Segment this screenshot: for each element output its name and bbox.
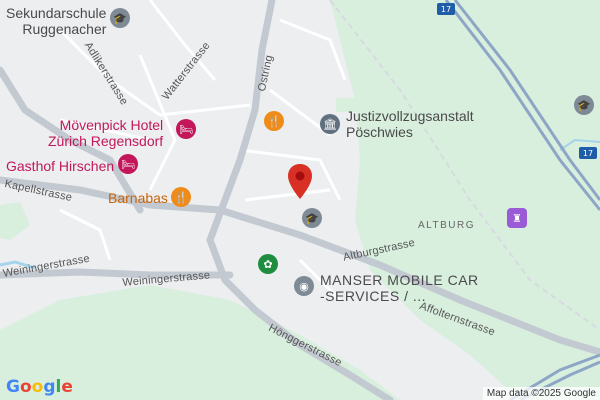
government-icon[interactable]: 🏛 xyxy=(320,114,340,134)
map-canvas[interactable]: Sekundarschule Ruggenacher 🎓 Mövenpick H… xyxy=(0,0,600,400)
poi-label-school-text: Sekundarschule Ruggenacher xyxy=(6,5,107,37)
location-pin-icon[interactable] xyxy=(287,163,313,201)
poi-label-manser[interactable]: MANSER MOBILE CAR -SERVICES / ... xyxy=(320,272,479,304)
area-label-altburg: ALTBURG xyxy=(418,220,475,231)
map-attribution[interactable]: Map data ©2025 Google xyxy=(482,387,600,400)
park-icon[interactable]: ✿ xyxy=(258,254,278,274)
poi-label-justiz-text: Justizvollzugsanstalt Pöschwies xyxy=(346,108,474,140)
poi-label-gasthof[interactable]: Gasthof Hirschen xyxy=(6,158,114,174)
hotel-icon-gasthof[interactable]: 🛏 xyxy=(118,154,138,174)
poi-label-moevenpick[interactable]: Mövenpick Hotel Zürich Regensdorf xyxy=(48,117,163,149)
route-shield-17-north: 17 xyxy=(437,3,455,15)
route-shield-17-east: 17 xyxy=(579,147,597,159)
restaurant-icon-ostring[interactable]: 🍴 xyxy=(264,111,284,131)
school-icon[interactable]: 🎓 xyxy=(110,8,130,28)
place-icon[interactable]: ◉ xyxy=(294,276,314,296)
hotel-icon[interactable]: 🛏 xyxy=(176,119,196,139)
google-logo: Google xyxy=(6,377,73,397)
castle-icon[interactable]: ♜ xyxy=(507,208,527,228)
poi-label-gasthof-text: Gasthof Hirschen xyxy=(6,158,115,174)
school-icon-east[interactable]: 🎓 xyxy=(574,95,594,115)
poi-label-moevenpick-text: Mövenpick Hotel Zürich Regensdorf xyxy=(48,117,164,149)
poi-label-school[interactable]: Sekundarschule Ruggenacher xyxy=(6,5,106,37)
park-area-west xyxy=(0,202,30,240)
poi-label-manser-text: MANSER MOBILE CAR -SERVICES / ... xyxy=(320,272,479,304)
school-icon-south[interactable]: 🎓 xyxy=(302,208,322,228)
restaurant-icon[interactable]: 🍴 xyxy=(171,187,191,207)
poi-label-justiz[interactable]: Justizvollzugsanstalt Pöschwies xyxy=(346,108,474,140)
poi-label-barnabas[interactable]: Barnabas xyxy=(108,190,168,206)
poi-label-barnabas-text: Barnabas xyxy=(108,190,168,206)
